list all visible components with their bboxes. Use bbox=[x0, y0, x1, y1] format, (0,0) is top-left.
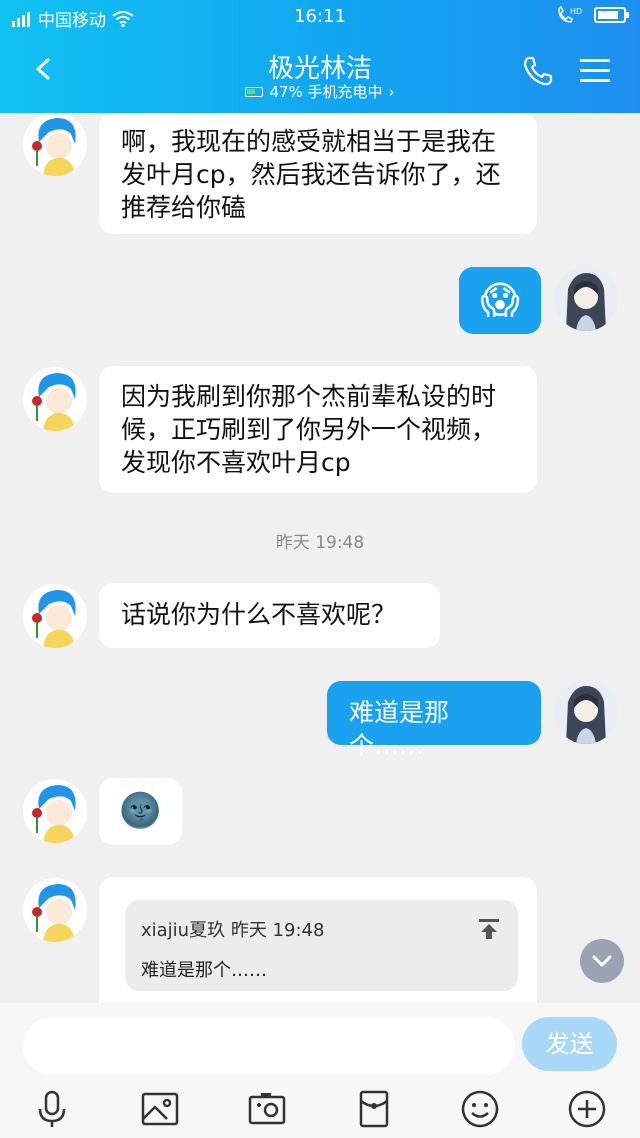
timestamp: 昨天 19:48 bbox=[275, 533, 365, 553]
send-button[interactable]: 发送 bbox=[522, 1017, 617, 1071]
menu-icon[interactable] bbox=[580, 57, 610, 85]
emoji-icon[interactable] bbox=[460, 1089, 500, 1129]
hd-call-icon: HD bbox=[558, 5, 582, 23]
message-text: 话说你为什么不喜欢呢？ bbox=[121, 600, 397, 629]
quoted-message[interactable]: xiajiu夏玖 昨天 19:48 难道是那个…… bbox=[125, 900, 518, 991]
message-text: 啊，我现在的感受就相当于是我在发叶月cp，然后我还告诉你了，还推荐给你磕 bbox=[121, 127, 501, 222]
battery-icon bbox=[594, 7, 629, 23]
plus-icon[interactable] bbox=[567, 1089, 607, 1129]
message-text: 难道是那个…… bbox=[349, 698, 450, 760]
camera-icon[interactable] bbox=[247, 1089, 287, 1129]
message-list[interactable]: 啊，我现在的感受就相当于是我在发叶月cp，然后我还告诉你了，还推荐给你磕 😱 因… bbox=[0, 113, 640, 1003]
chevron-down-icon bbox=[592, 955, 612, 967]
image-icon[interactable] bbox=[140, 1089, 180, 1129]
chat-header: 中国移动 16:11 HD 极光林洁 47% 手机充电中 › bbox=[0, 0, 640, 113]
input-toolbar bbox=[0, 1085, 640, 1133]
my-avatar[interactable] bbox=[554, 267, 618, 331]
quote-sender: xiajiu夏玖 bbox=[141, 920, 226, 941]
contact-status-text: 47% 手机充电中 bbox=[269, 83, 383, 101]
status-bar: 中国移动 16:11 HD bbox=[0, 0, 640, 34]
quote-header: xiajiu夏玖 昨天 19:48 bbox=[141, 916, 324, 942]
message-text: 因为我刷到你那个杰前辈私设的时候，正巧刷到了你另外一个视频，发现你不喜欢叶月cp bbox=[121, 382, 497, 477]
message-bubble-incoming[interactable]: 🌚 bbox=[99, 778, 182, 845]
emoji-scream: 😱 bbox=[480, 278, 520, 322]
contact-avatar[interactable] bbox=[23, 779, 87, 843]
scroll-down-button[interactable] bbox=[580, 939, 624, 983]
my-avatar[interactable] bbox=[554, 680, 618, 744]
contact-avatar[interactable] bbox=[23, 878, 87, 942]
message-bubble-incoming[interactable]: 话说你为什么不喜欢呢？ bbox=[99, 583, 440, 648]
phone-icon[interactable] bbox=[522, 55, 554, 87]
emoji-new-moon-face: 🌚 bbox=[119, 791, 162, 831]
voice-icon[interactable] bbox=[32, 1089, 72, 1129]
scroll-to-quote-icon[interactable] bbox=[478, 918, 500, 940]
device-battery-icon bbox=[245, 86, 264, 97]
input-bar: 发送 bbox=[0, 1003, 640, 1138]
message-bubble-outgoing[interactable]: 难道是那个…… bbox=[327, 681, 541, 760]
quote-text: 难道是那个…… bbox=[141, 960, 267, 981]
message-input[interactable] bbox=[23, 1017, 515, 1075]
clock: 16:11 bbox=[294, 6, 346, 27]
quote-time: 昨天 19:48 bbox=[230, 920, 325, 941]
chevron-right-icon: › bbox=[388, 82, 395, 101]
contact-avatar[interactable] bbox=[23, 113, 87, 176]
contact-avatar[interactable] bbox=[23, 584, 87, 648]
red-packet-icon[interactable] bbox=[354, 1089, 394, 1129]
message-bubble-outgoing[interactable]: 😱 bbox=[459, 267, 541, 334]
message-bubble-incoming[interactable]: 因为我刷到你那个杰前辈私设的时候，正巧刷到了你另外一个视频，发现你不喜欢叶月cp bbox=[99, 366, 537, 493]
contact-avatar[interactable] bbox=[23, 367, 87, 431]
message-bubble-incoming[interactable]: 啊，我现在的感受就相当于是我在发叶月cp，然后我还告诉你了，还推荐给你磕 bbox=[99, 113, 537, 234]
svg-text:HD: HD bbox=[570, 7, 582, 16]
